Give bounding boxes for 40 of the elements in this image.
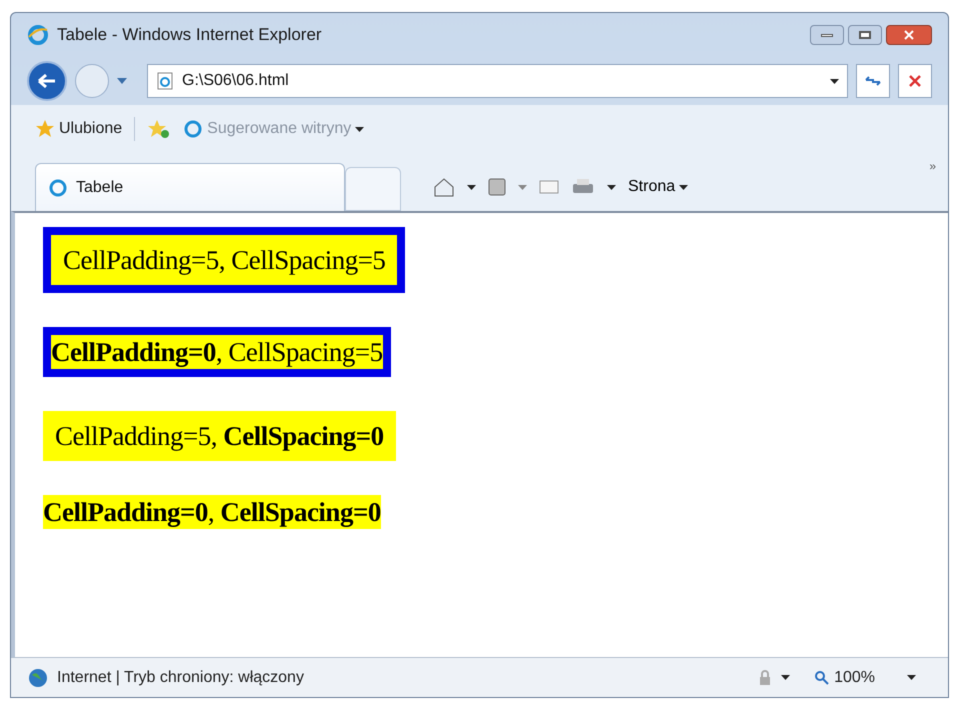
table-cell: CellPadding=5, CellSpacing=5 (51, 235, 398, 285)
add-favorite-icon[interactable] (147, 119, 172, 139)
close-button[interactable] (886, 25, 932, 45)
caret-icon (355, 126, 364, 132)
address-field[interactable]: G:\S06\06.html (147, 64, 848, 98)
stop-icon (908, 74, 922, 88)
page-menu-button[interactable]: Strona (628, 175, 688, 199)
back-arrow-icon (37, 73, 57, 89)
minimize-icon (821, 34, 833, 36)
home-icon[interactable] (433, 177, 455, 197)
window-title: Tabele - Windows Internet Explorer (57, 24, 322, 46)
minimize-button[interactable] (810, 25, 844, 45)
dropdown-caret-icon[interactable] (607, 184, 616, 190)
maximize-button[interactable] (848, 25, 882, 45)
browser-logo-icon (183, 119, 204, 139)
stop-button[interactable] (898, 64, 932, 98)
favorites-button[interactable]: Ulubione (35, 117, 122, 141)
dropdown-caret-icon[interactable] (907, 675, 916, 680)
star-icon (35, 119, 55, 139)
mail-icon[interactable] (539, 179, 559, 195)
dropdown-caret-icon[interactable] (467, 184, 476, 190)
globe-icon (27, 666, 49, 688)
browser-logo-icon (48, 178, 68, 198)
refresh-icon (864, 74, 882, 88)
browser-logo-icon (27, 24, 49, 46)
refresh-button[interactable] (856, 64, 890, 98)
close-icon (903, 30, 915, 40)
security-zone-text: Internet | Tryb chroniony: włączony (57, 668, 304, 688)
dropdown-caret-icon[interactable] (781, 675, 790, 680)
caret-icon (679, 184, 688, 190)
zoom-button[interactable]: 100% (814, 666, 875, 690)
zoom-icon (814, 670, 830, 686)
back-button[interactable] (27, 61, 67, 101)
table-cell: CellPadding=0, CellSpacing=5 (51, 335, 383, 369)
page-icon (156, 72, 174, 90)
feed-icon[interactable] (488, 178, 506, 196)
overflow-button[interactable]: » (929, 157, 936, 175)
maximize-icon (859, 31, 871, 39)
dropdown-caret-icon[interactable] (830, 78, 839, 84)
tab[interactable]: Tabele (35, 163, 345, 211)
